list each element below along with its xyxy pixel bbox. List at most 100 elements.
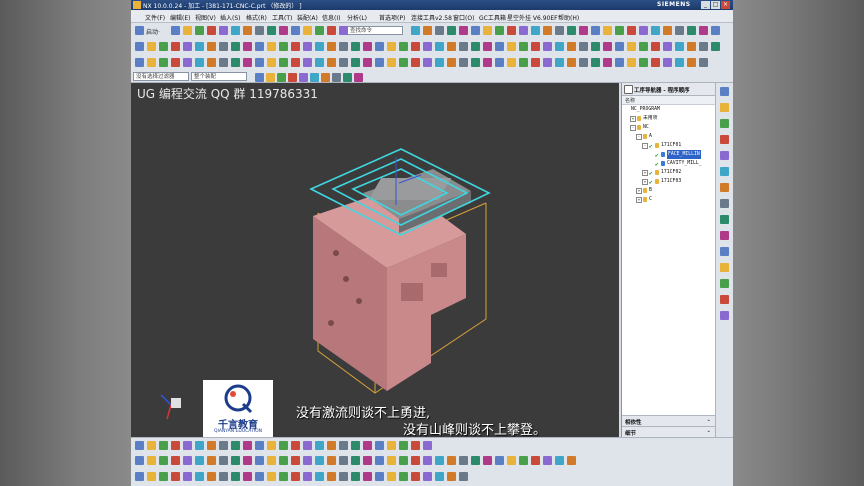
tree-row[interactable]: NC_PROGRAM bbox=[622, 105, 715, 114]
toolbar-command-icon[interactable] bbox=[447, 42, 456, 51]
toolbar-command-icon[interactable] bbox=[291, 472, 300, 481]
toolbar-command-icon[interactable] bbox=[267, 456, 276, 465]
toolbar-command-icon[interactable] bbox=[435, 42, 444, 51]
toolbar-command-icon[interactable] bbox=[567, 26, 576, 35]
tree-row[interactable]: + ✔ 171CF02 bbox=[622, 168, 715, 177]
menu-item-13[interactable]: 星空外挂 V6.90EF bbox=[507, 13, 558, 22]
resource-bar-tab-icon[interactable] bbox=[720, 295, 729, 304]
selection-scope-dropdown[interactable]: 整个装配 bbox=[191, 72, 247, 81]
menu-item-11[interactable]: 窗口(O) bbox=[453, 13, 474, 22]
toolbar-command-icon[interactable] bbox=[255, 42, 264, 51]
toolbar-command-icon[interactable] bbox=[711, 42, 720, 51]
toolbar-command-icon[interactable] bbox=[639, 58, 648, 67]
toolbar-command-icon[interactable] bbox=[303, 441, 312, 450]
toolbar-command-icon[interactable] bbox=[399, 58, 408, 67]
toolbar-command-icon[interactable] bbox=[315, 58, 324, 67]
toolbar-command-icon[interactable] bbox=[483, 26, 492, 35]
toolbar-command-icon[interactable] bbox=[675, 42, 684, 51]
resource-bar-tab-icon[interactable] bbox=[720, 279, 729, 288]
toolbar-command-icon[interactable] bbox=[147, 472, 156, 481]
toolbar-command-icon[interactable] bbox=[339, 58, 348, 67]
toolbar-command-icon[interactable] bbox=[147, 58, 156, 67]
toolbar-command-icon[interactable] bbox=[603, 26, 612, 35]
toolbar-command-icon[interactable] bbox=[171, 42, 180, 51]
toolbar-command-icon[interactable] bbox=[447, 58, 456, 67]
toolbar-command-icon[interactable] bbox=[699, 42, 708, 51]
toolbar-command-icon[interactable] bbox=[255, 73, 264, 82]
toolbar-command-icon[interactable] bbox=[135, 441, 144, 450]
menu-item-12[interactable]: GC工具箱 bbox=[479, 13, 506, 22]
toolbar-command-icon[interactable] bbox=[339, 42, 348, 51]
toolbar-command-icon[interactable] bbox=[435, 58, 444, 67]
toolbar-command-icon[interactable] bbox=[351, 58, 360, 67]
toolbar-command-icon[interactable] bbox=[183, 456, 192, 465]
toolbar-command-icon[interactable] bbox=[195, 58, 204, 67]
toolbar-command-icon[interactable] bbox=[310, 73, 319, 82]
toolbar-command-icon[interactable] bbox=[663, 58, 672, 67]
toolbar-command-icon[interactable] bbox=[266, 73, 275, 82]
toolbar-command-icon[interactable] bbox=[519, 42, 528, 51]
toolbar-command-icon[interactable] bbox=[303, 472, 312, 481]
toolbar-command-icon[interactable] bbox=[483, 42, 492, 51]
toolbar-command-icon[interactable] bbox=[675, 26, 684, 35]
toolbar-command-icon[interactable] bbox=[363, 441, 372, 450]
toolbar-command-icon[interactable] bbox=[267, 42, 276, 51]
toolbar-command-icon[interactable] bbox=[243, 472, 252, 481]
toolbar-command-icon[interactable] bbox=[183, 472, 192, 481]
toolbar-command-icon[interactable] bbox=[351, 441, 360, 450]
toolbar-command-icon[interactable] bbox=[255, 441, 264, 450]
toolbar-command-icon[interactable] bbox=[423, 472, 432, 481]
tree-row[interactable]: ✔ FACE_MILLIN bbox=[622, 150, 715, 159]
toolbar-command-icon[interactable] bbox=[375, 456, 384, 465]
tree-row[interactable]: + C bbox=[622, 195, 715, 204]
toolbar-command-icon[interactable] bbox=[591, 58, 600, 67]
toolbar-command-icon[interactable] bbox=[291, 42, 300, 51]
toolbar-command-icon[interactable] bbox=[495, 42, 504, 51]
toolbar-command-icon[interactable] bbox=[423, 26, 432, 35]
toolbar-command-icon[interactable] bbox=[591, 42, 600, 51]
toolbar-command-icon[interactable] bbox=[279, 472, 288, 481]
toolbar-command-icon[interactable] bbox=[147, 456, 156, 465]
tree-row[interactable]: + B bbox=[622, 186, 715, 195]
toolbar-command-icon[interactable] bbox=[327, 42, 336, 51]
toolbar-command-icon[interactable] bbox=[291, 26, 300, 35]
toolbar-command-icon[interactable] bbox=[435, 26, 444, 35]
toolbar-command-icon[interactable] bbox=[495, 58, 504, 67]
toolbar-command-icon[interactable] bbox=[243, 26, 252, 35]
toolbar-command-icon[interactable] bbox=[375, 472, 384, 481]
tree-expander-icon[interactable]: + bbox=[642, 179, 648, 185]
menu-item-2[interactable]: 视图(V) bbox=[195, 13, 216, 22]
toolbar-command-icon[interactable] bbox=[183, 58, 192, 67]
toolbar-command-icon[interactable] bbox=[411, 26, 420, 35]
toolbar-command-icon[interactable] bbox=[171, 472, 180, 481]
toolbar-command-icon[interactable] bbox=[555, 26, 564, 35]
toolbar-command-icon[interactable] bbox=[231, 42, 240, 51]
toolbar-command-icon[interactable] bbox=[303, 42, 312, 51]
resource-bar-tab-icon[interactable] bbox=[720, 167, 729, 176]
toolbar-command-icon[interactable] bbox=[303, 456, 312, 465]
toolbar-command-icon[interactable] bbox=[332, 73, 341, 82]
toolbar-command-icon[interactable] bbox=[207, 26, 216, 35]
toolbar-command-icon[interactable] bbox=[627, 58, 636, 67]
toolbar-command-icon[interactable] bbox=[459, 472, 468, 481]
toolbar-command-icon[interactable] bbox=[195, 42, 204, 51]
toolbar-command-icon[interactable] bbox=[639, 42, 648, 51]
toolbar-command-icon[interactable] bbox=[339, 26, 348, 35]
toolbar-command-icon[interactable] bbox=[567, 456, 576, 465]
toolbar-command-icon[interactable] bbox=[207, 42, 216, 51]
navigator-pin-icon[interactable] bbox=[624, 85, 633, 94]
toolbar-command-icon[interactable] bbox=[315, 42, 324, 51]
toolbar-command-icon[interactable] bbox=[159, 472, 168, 481]
toolbar-command-icon[interactable] bbox=[363, 456, 372, 465]
toolbar-command-icon[interactable] bbox=[207, 441, 216, 450]
toolbar-command-icon[interactable] bbox=[555, 42, 564, 51]
toolbar-command-icon[interactable] bbox=[687, 26, 696, 35]
toolbar-command-icon[interactable] bbox=[171, 26, 180, 35]
toolbar-command-icon[interactable] bbox=[615, 58, 624, 67]
toolbar-command-icon[interactable] bbox=[387, 441, 396, 450]
toolbar-command-icon[interactable] bbox=[279, 456, 288, 465]
toolbar-command-icon[interactable] bbox=[447, 456, 456, 465]
toolbar-command-icon[interactable] bbox=[243, 441, 252, 450]
toolbar-command-icon[interactable] bbox=[219, 26, 228, 35]
toolbar-command-icon[interactable] bbox=[699, 26, 708, 35]
